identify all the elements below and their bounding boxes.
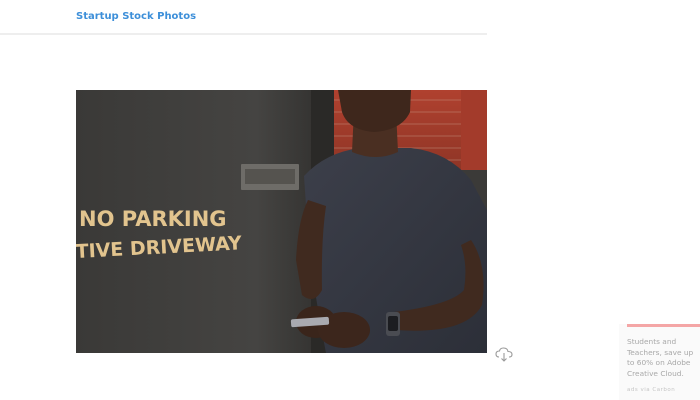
site-header: Startup Stock Photos (0, 0, 487, 35)
featured-photo[interactable]: NO PARKING TIVE DRIVEWAY (76, 90, 487, 353)
ad-text[interactable]: Students and Teachers, save up to 60% on… (627, 337, 700, 379)
photo-illustration: NO PARKING TIVE DRIVEWAY (76, 90, 487, 353)
ad-accent-bar (627, 324, 700, 327)
sign-text-line-1: NO PARKING (79, 207, 227, 231)
site-logo-link[interactable]: Startup Stock Photos (76, 11, 196, 22)
download-cloud-icon[interactable] (495, 346, 513, 362)
ad-via-link[interactable]: ads via Carbon (627, 387, 675, 393)
carbon-ad[interactable]: Students and Teachers, save up to 60% on… (619, 324, 700, 400)
